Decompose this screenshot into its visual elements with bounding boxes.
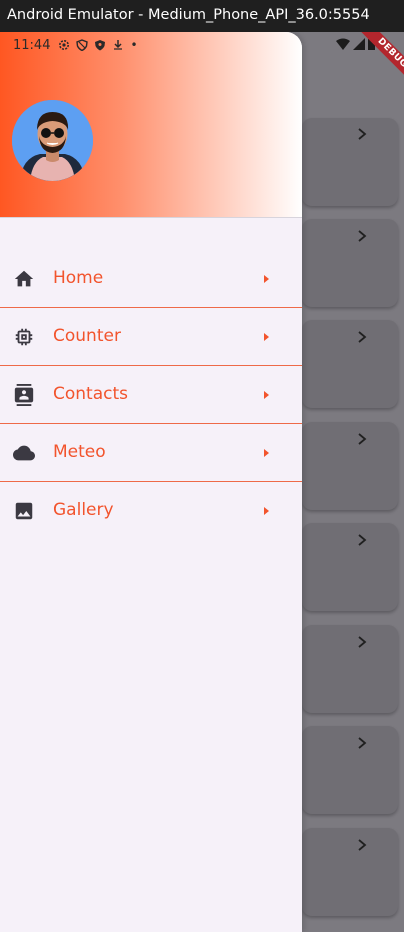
status-time: 11:44 (13, 37, 51, 53)
background-card[interactable] (302, 219, 398, 307)
arrow-right-icon (262, 448, 270, 458)
download-icon (114, 40, 123, 50)
arrow-right-icon (262, 332, 270, 342)
menu-item-meteo[interactable]: Meteo (0, 424, 302, 482)
background-card[interactable] (302, 118, 398, 206)
contacts-icon (13, 384, 35, 406)
chevron-right-icon (355, 635, 369, 649)
debug-banner-label: DEBUG (357, 32, 404, 88)
background-card[interactable] (302, 523, 398, 611)
chip-icon (13, 326, 35, 348)
chevron-right-icon (355, 736, 369, 750)
image-icon (13, 500, 35, 522)
chevron-right-icon (355, 432, 369, 446)
chevron-right-icon (355, 533, 369, 547)
drawer-menu: Home Counter Contacts Meteo Gallery (0, 250, 302, 539)
phone-screen: DEBUG 11:44 • Home Counter Contacts Mete… (0, 32, 404, 932)
cloud-icon (13, 442, 35, 464)
menu-item-counter[interactable]: Counter (0, 308, 302, 366)
menu-item-label: Contacts (53, 384, 128, 404)
window-title: Android Emulator - Medium_Phone_API_36.0… (7, 7, 370, 23)
arrow-right-icon (262, 390, 270, 400)
menu-item-gallery[interactable]: Gallery (0, 482, 302, 539)
menu-item-home[interactable]: Home (0, 250, 302, 308)
debug-banner: DEBUG (344, 32, 404, 92)
chevron-right-icon (355, 127, 369, 141)
chevron-right-icon (355, 330, 369, 344)
background-card[interactable] (302, 625, 398, 713)
menu-item-label: Home (53, 268, 104, 288)
drawer-header: 11:44 • (0, 32, 302, 218)
menu-item-label: Meteo (53, 442, 106, 462)
shield-icon (95, 40, 106, 51)
emulator-title-bar: Android Emulator - Medium_Phone_API_36.0… (0, 0, 404, 32)
background-card[interactable] (302, 320, 398, 408)
menu-item-contacts[interactable]: Contacts (0, 366, 302, 424)
chevron-right-icon (355, 838, 369, 852)
status-bar: 11:44 • (13, 37, 138, 53)
arrow-right-icon (262, 274, 270, 284)
background-card[interactable] (302, 726, 398, 814)
settings-gear-icon (59, 40, 70, 50)
navigation-drawer: 11:44 • Home Counter Contacts Meteo Gall… (0, 32, 302, 932)
background-card[interactable] (302, 828, 398, 916)
menu-item-label: Gallery (53, 500, 114, 520)
chevron-right-icon (355, 229, 369, 243)
background-card[interactable] (302, 422, 398, 510)
home-icon (13, 268, 35, 290)
notification-dot: • (130, 38, 138, 52)
arrow-right-icon (262, 506, 270, 516)
shield-outline-icon (76, 39, 89, 51)
avatar[interactable] (12, 100, 93, 181)
avatar-icon (12, 100, 93, 181)
menu-item-label: Counter (53, 326, 121, 346)
